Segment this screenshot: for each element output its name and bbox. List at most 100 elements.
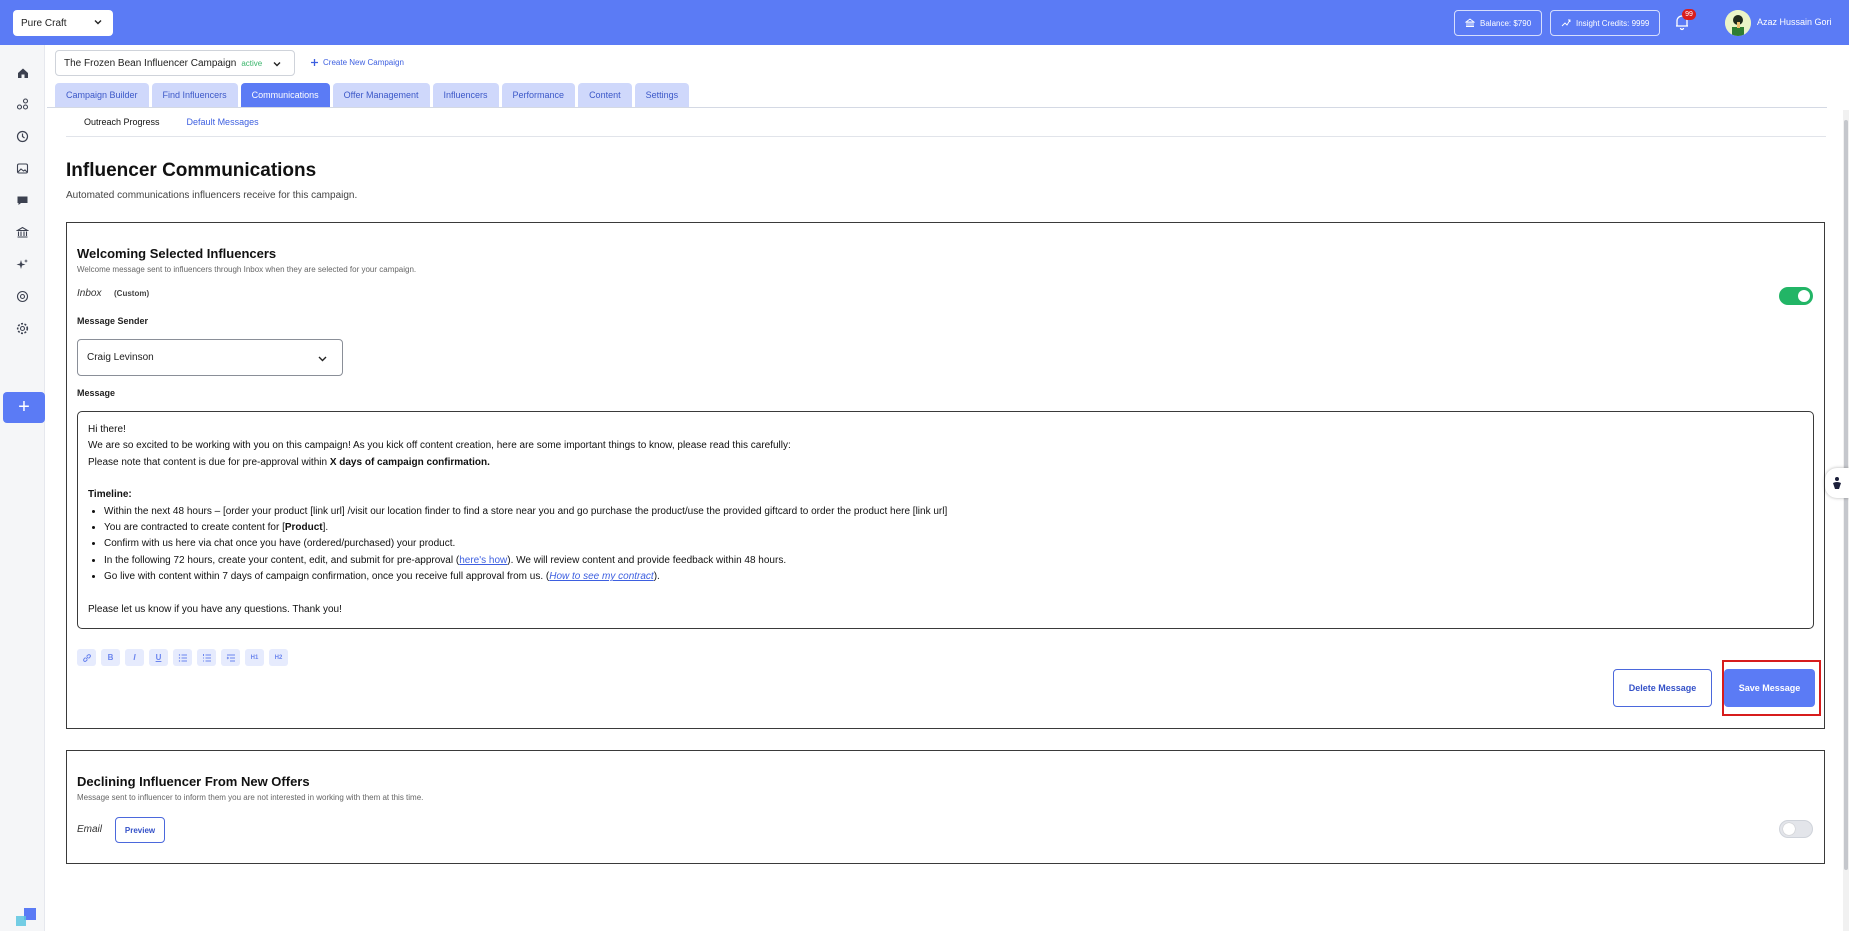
clock-icon[interactable] (15, 129, 30, 144)
avatar[interactable] (1725, 10, 1751, 36)
chevron-down-icon (94, 20, 102, 25)
heading1-button[interactable]: H1 (245, 649, 264, 666)
editor-toolbar: B I U H1 H2 (77, 649, 288, 666)
insight-credits-text: Insight Credits: 9999 (1576, 18, 1650, 28)
plus-icon (311, 59, 318, 66)
italic-button[interactable]: I (125, 649, 144, 666)
message-sender-label: Message Sender (77, 316, 149, 326)
campaign-tabs: Campaign Builder Find Influencers Commun… (55, 83, 690, 107)
campaign-name: The Frozen Bean Influencer Campaign (64, 57, 237, 69)
message-label: Message (77, 388, 116, 398)
avatar-image (1725, 10, 1751, 36)
gear-icon[interactable] (15, 321, 30, 336)
page-title: Influencer Communications (66, 160, 317, 181)
timeline-item: In the following 72 hours, create your c… (104, 553, 1803, 569)
timeline-heading: Timeline: (88, 487, 1803, 503)
target-icon[interactable] (15, 289, 30, 304)
tabs-divider (47, 107, 1827, 108)
tab-communications[interactable]: Communications (240, 83, 330, 107)
welcome-channel: Inbox (77, 288, 102, 299)
tab-content[interactable]: Content (578, 83, 632, 107)
bank-icon[interactable] (15, 225, 30, 240)
message-note: Please note that content is due for pre-… (88, 455, 1803, 471)
bank-icon (1465, 18, 1475, 27)
decline-card-description: Message sent to influencer to inform the… (77, 793, 424, 802)
timeline-item-bold: Product (284, 522, 323, 534)
brand-select-value: Pure Craft (21, 17, 67, 29)
save-message-button[interactable]: Save Message (1724, 669, 1815, 707)
timeline-item: You are contracted to create content for… (104, 520, 1803, 536)
notification-badge: 99 (1682, 9, 1696, 20)
timeline-item-text: ). We will review content and provide fe… (507, 554, 787, 566)
campaign-status: active (241, 58, 263, 68)
underline-button[interactable]: U (149, 649, 168, 666)
timeline-heading-text: Timeline: (88, 489, 132, 501)
image-icon[interactable] (15, 161, 30, 176)
welcome-card-title: Welcoming Selected Influencers (77, 246, 277, 261)
subtabs-divider (66, 136, 1826, 137)
app-logo-icon (16, 908, 36, 926)
campaign-select[interactable]: The Frozen Bean Influencer Campaign acti… (55, 50, 295, 76)
timeline-item-text: ]. (322, 522, 329, 534)
numbered-list-icon[interactable] (197, 649, 216, 666)
trend-icon (1561, 19, 1571, 27)
add-button[interactable]: + (3, 392, 45, 423)
top-bar: Pure Craft Balance: $790 Insight Credits… (0, 0, 1849, 45)
accessibility-helper-icon[interactable] (1825, 468, 1849, 498)
delete-message-button[interactable]: Delete Message (1613, 669, 1712, 707)
tab-settings[interactable]: Settings (634, 83, 690, 107)
create-new-campaign-link[interactable]: Create New Campaign (310, 58, 404, 67)
decline-card-title: Declining Influencer From New Offers (77, 774, 310, 789)
brand-select[interactable]: Pure Craft (13, 10, 113, 36)
user-name[interactable]: Azaz Hussain Gori (1757, 17, 1832, 27)
how-to-see-contract-link[interactable]: How to see my contract (549, 571, 653, 582)
balance-button[interactable]: Balance: $790 (1454, 10, 1543, 36)
insight-credits-button[interactable]: Insight Credits: 9999 (1550, 10, 1661, 36)
tab-find-influencers[interactable]: Find Influencers (151, 83, 238, 107)
welcome-message-card: Welcoming Selected Influencers Welcome m… (66, 222, 1825, 729)
chat-icon[interactable] (15, 193, 30, 208)
tab-influencers[interactable]: Influencers (432, 83, 499, 107)
indent-list-icon[interactable] (221, 649, 240, 666)
chevron-down-icon (318, 356, 327, 362)
preview-button[interactable]: Preview (115, 817, 165, 843)
message-intro: We are so excited to be working with you… (88, 440, 791, 452)
tab-campaign-builder[interactable]: Campaign Builder (55, 83, 149, 107)
timeline-item: Confirm with us here via chat once you h… (104, 536, 1803, 552)
welcome-enabled-toggle[interactable] (1779, 287, 1813, 305)
bold-button[interactable]: B (101, 649, 120, 666)
subtab-outreach-progress[interactable]: Outreach Progress (84, 117, 160, 127)
message-spacer (88, 471, 1803, 487)
decline-channel: Email (77, 824, 103, 835)
message-editor[interactable]: Hi there! We are so excited to be workin… (77, 411, 1814, 629)
link-icon[interactable] (77, 649, 96, 666)
timeline-item-text: ). (653, 571, 660, 583)
sparkle-icon[interactable] (15, 257, 30, 272)
heres-how-link[interactable]: here's how (459, 555, 507, 566)
message-closing: Please let us know if you have any quest… (88, 603, 342, 615)
heading2-button[interactable]: H2 (269, 649, 288, 666)
message-sender-select[interactable]: Craig Levinson (77, 339, 343, 376)
subtabs: Outreach Progress Default Messages (84, 117, 259, 127)
timeline-list: Within the next 48 hours – [order your p… (88, 504, 1803, 586)
toggle-knob (1798, 290, 1810, 302)
timeline-item-text: You are contracted to create content for… (104, 522, 285, 534)
timeline-item-text: Go live with content within 7 days of ca… (104, 571, 550, 583)
page-subtitle: Automated communications influencers rec… (66, 190, 358, 201)
toggle-knob (1783, 823, 1795, 835)
timeline-item: Go live with content within 7 days of ca… (104, 569, 1803, 585)
subtab-default-messages[interactable]: Default Messages (187, 117, 259, 127)
bullet-list-icon[interactable] (173, 649, 192, 666)
network-icon[interactable] (15, 97, 30, 112)
message-note-prefix: Please note that content is due for pre-… (88, 456, 330, 468)
tab-offer-management[interactable]: Offer Management (332, 83, 430, 107)
balance-text: Balance: $790 (1480, 18, 1532, 28)
message-note-bold: X days of campaign confirmation. (329, 456, 490, 468)
message-spacer (88, 586, 1803, 602)
decline-message-card: Declining Influencer From New Offers Mes… (66, 750, 1825, 864)
chevron-down-icon (273, 62, 281, 67)
decline-enabled-toggle[interactable] (1779, 820, 1813, 838)
message-greeting: Hi there! (88, 424, 126, 435)
home-icon[interactable] (15, 65, 30, 80)
tab-performance[interactable]: Performance (501, 83, 576, 107)
